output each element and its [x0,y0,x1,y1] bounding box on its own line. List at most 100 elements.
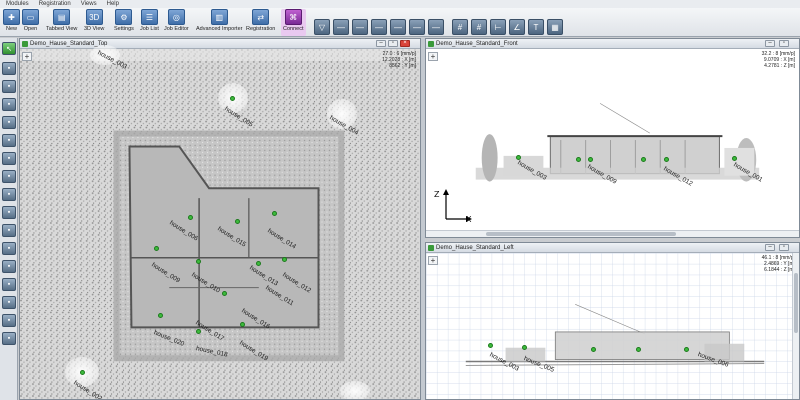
gear-icon: ⚙ [115,9,133,25]
menu-help[interactable]: Help [107,0,119,8]
settings-button[interactable]: ⚙ Settings [114,9,134,36]
select-icon[interactable]: ↖ [2,42,16,55]
job-list-button[interactable]: ☰ Job List [140,9,159,36]
line-tool-icon[interactable]: — [428,19,444,35]
tool-icon[interactable]: ▪ [2,170,16,183]
menu-registration[interactable]: Registration [39,0,71,8]
tool-icon[interactable]: ▪ [2,80,16,93]
marker-dot[interactable] [154,246,159,251]
left-view-panel[interactable]: Demo_Hause_Standard_Left – ▫ + 46.1: 8 … [425,242,800,400]
marker-dot[interactable] [732,156,737,161]
scroll-thumb[interactable] [794,273,798,333]
tool-icon[interactable]: ▪ [2,98,16,111]
top-view-titlebar: Demo_Hause_Standard_Top – ▫ × [20,39,420,49]
tabbed-view-button[interactable]: ▤ Tabbed View [46,9,77,36]
marker-dot[interactable] [196,259,201,264]
marker-dot[interactable] [636,347,641,352]
tool-icon[interactable]: ▪ [2,152,16,165]
add-view-button[interactable]: + [428,256,438,265]
marker-dot[interactable] [576,157,581,162]
marker-dot[interactable] [240,322,245,327]
filter-icon[interactable]: ▽ [314,19,330,35]
connect-label: Connect [283,26,304,32]
tool-icon[interactable]: ▪ [2,206,16,219]
new-button-label: New [5,26,17,32]
connect-button[interactable]: ⌘ Connect [281,9,306,36]
folder-icon: ▭ [22,9,39,25]
tool-icon[interactable]: ▪ [2,116,16,129]
grid-icon[interactable]: # [471,19,487,35]
advanced-importer-button[interactable]: ▥ Advanced Importer [196,9,242,36]
marker-dot[interactable] [522,345,527,350]
text-tool-icon[interactable]: T [528,19,544,35]
new-button[interactable]: ✚ New [3,9,20,36]
tool-icon[interactable]: ▪ [2,296,16,309]
marker-dot[interactable] [664,157,669,162]
restore-icon[interactable]: ▫ [779,40,789,47]
tool-icon[interactable]: ▪ [2,224,16,237]
ribbon-toolbar: ✚ New ▭ Open ▤ Tabbed View 3D 3D View ⚙ … [0,8,800,37]
marker-dot[interactable] [591,347,596,352]
line-tool-icon[interactable]: — [333,19,349,35]
measure-icon[interactable]: ⊢ [490,19,506,35]
marker-dot[interactable] [158,313,163,318]
restore-icon[interactable]: ▫ [779,244,789,251]
marker-dot[interactable] [196,329,201,334]
close-icon[interactable]: × [400,40,410,47]
marker-dot[interactable] [488,343,493,348]
marker-dot[interactable] [272,211,277,216]
marker-dot[interactable] [80,370,85,375]
line-tool-icon[interactable]: — [390,19,406,35]
3d-view-label: 3D View [84,26,105,32]
scroll-thumb[interactable] [486,232,676,236]
tool-icon[interactable]: ▪ [2,242,16,255]
top-view-panel[interactable]: Demo_Hause_Standard_Top – ▫ × + 27.0: 6… [19,38,421,400]
front-view-pointcloud[interactable] [426,49,799,237]
minimize-icon[interactable]: – [765,244,775,251]
minimize-icon[interactable]: – [765,40,775,47]
grid-icon[interactable]: # [452,19,468,35]
line-tool-icon[interactable]: — [409,19,425,35]
marker-dot[interactable] [235,219,240,224]
connect-icon: ⌘ [284,9,302,25]
angle-icon[interactable]: ∠ [509,19,525,35]
marker-dot[interactable] [230,96,235,101]
marker-dot[interactable] [188,215,193,220]
tool-icon[interactable]: ▪ [2,314,16,327]
tool-icon[interactable]: ▪ [2,134,16,147]
restore-icon[interactable]: ▫ [388,40,398,47]
tool-icon[interactable]: ▪ [2,332,16,345]
tabbed-view-label: Tabbed View [46,26,78,32]
left-view-vscroll[interactable] [792,253,799,399]
marker-dot[interactable] [256,261,261,266]
add-view-button[interactable]: + [428,52,438,61]
marker-dot[interactable] [641,157,646,162]
marker-dot[interactable] [684,347,689,352]
job-editor-label: Job Editor [164,26,189,32]
registration-icon: ⇄ [252,9,270,25]
add-view-button[interactable]: + [22,52,32,61]
marker-dot[interactable] [222,291,227,296]
marker-dot[interactable] [588,157,593,162]
layers-icon[interactable]: ▦ [547,19,563,35]
tool-icon[interactable]: ▪ [2,188,16,201]
registration-label: Registration [246,26,276,32]
minimize-icon[interactable]: – [376,40,386,47]
tool-icon[interactable]: ▪ [2,278,16,291]
open-button[interactable]: ▭ Open [22,9,39,36]
3d-view-button[interactable]: 3D 3D View [84,9,104,36]
menu-views[interactable]: Views [81,0,97,8]
front-view-panel[interactable]: Demo_Hause_Standard_Front – ▫ + 32.2: 8… [425,38,800,238]
front-view-hscroll[interactable] [426,230,799,237]
job-editor-button[interactable]: ◎ Job Editor [164,9,189,36]
left-view-pointcloud[interactable] [426,253,799,399]
menu-modules[interactable]: Modules [6,0,29,8]
marker-dot[interactable] [282,257,287,262]
tool-icon[interactable]: ▪ [2,260,16,273]
line-tool-icon[interactable]: — [371,19,387,35]
application-window: Modules Registration Views Help ✚ New ▭ … [0,0,800,400]
line-tool-icon[interactable]: — [352,19,368,35]
tool-icon[interactable]: ▪ [2,62,16,75]
left-view-titlebar: Demo_Hause_Standard_Left – ▫ [426,243,799,253]
registration-button[interactable]: ⇄ Registration [246,9,275,36]
